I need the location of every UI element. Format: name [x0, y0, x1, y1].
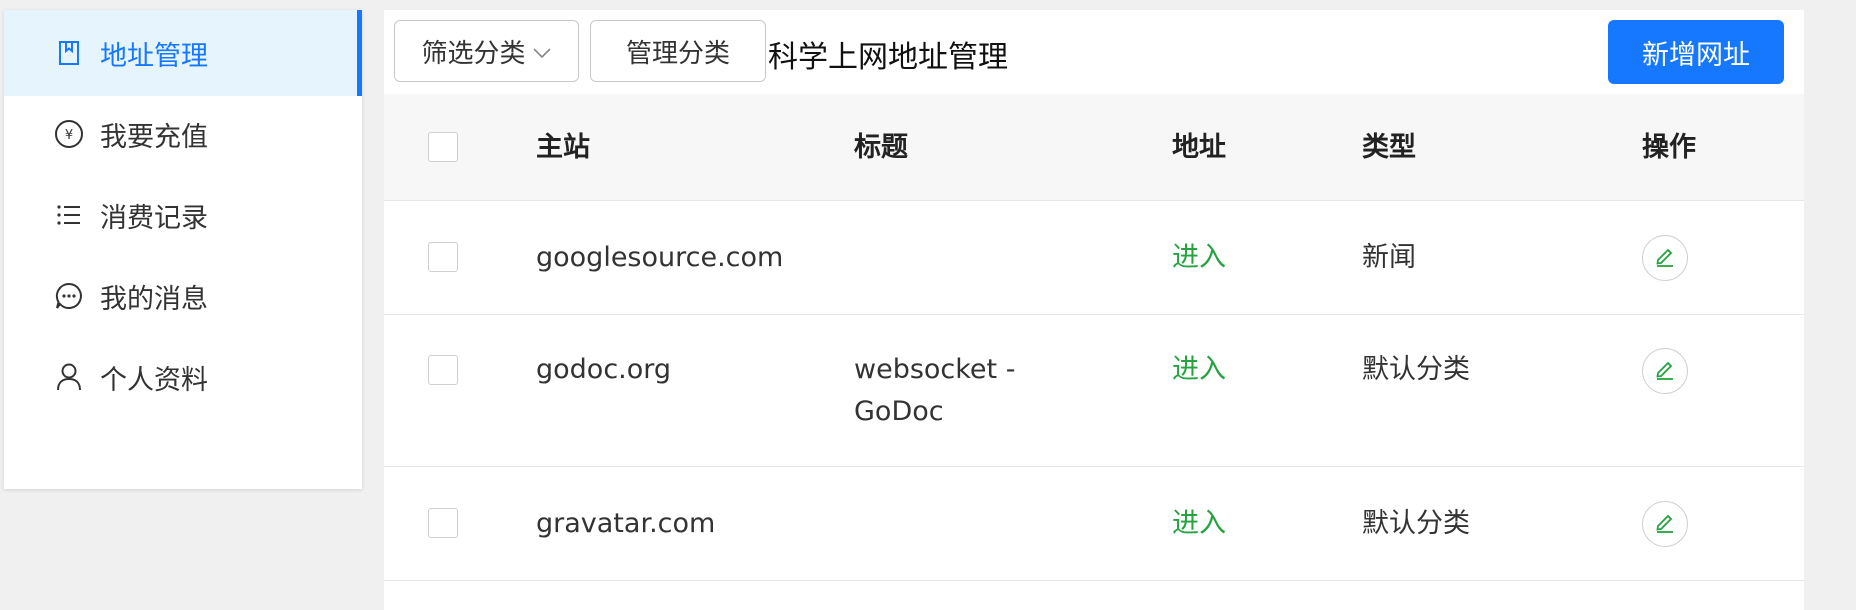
enter-link[interactable]: 进入: [1172, 503, 1226, 545]
main-panel: 筛选分类 管理分类 科学上网地址管理 新增网址 主站 标题 地址 类型 操作 g…: [384, 10, 1804, 610]
sidebar-item-address-management[interactable]: 地址管理: [4, 10, 362, 96]
edit-button[interactable]: [1642, 235, 1688, 281]
sidebar-item-consumption-records[interactable]: 消费记录: [4, 172, 362, 258]
title-line: GoDoc: [854, 396, 944, 427]
yuan-coin-icon: ¥: [53, 118, 85, 150]
sidebar-item-label: 我要充值: [100, 121, 208, 153]
edit-button[interactable]: [1642, 501, 1688, 547]
site-cell: godoc.org: [536, 354, 672, 385]
sidebar-item-label: 地址管理: [100, 40, 208, 72]
type-cell: 默认分类: [1362, 354, 1470, 385]
toolbar: 筛选分类 管理分类 科学上网地址管理 新增网址: [384, 10, 1804, 94]
table-header: 主站 标题 地址 类型 操作: [384, 94, 1804, 201]
sidebar-item-profile[interactable]: 个人资料: [4, 334, 362, 420]
site-cell: googlesource.com: [536, 242, 784, 273]
select-all-checkbox[interactable]: [428, 132, 458, 162]
table-row: googlesource.com 进入 新闻: [384, 201, 1804, 315]
row-checkbox[interactable]: [428, 242, 458, 272]
column-header-type: 类型: [1362, 132, 1416, 163]
filter-category-label: 筛选分类: [421, 38, 526, 69]
page-title: 科学上网地址管理: [768, 40, 1008, 75]
edit-pencil-icon: [1653, 244, 1677, 272]
sidebar-item-recharge[interactable]: ¥ 我要充值: [4, 91, 362, 177]
sidebar-item-label: 消费记录: [100, 202, 208, 234]
edit-pencil-icon: [1653, 510, 1677, 538]
sidebar: 地址管理 ¥ 我要充值 消费记录 我的消息 个人资料: [4, 10, 362, 489]
column-header-action: 操作: [1642, 132, 1696, 163]
site-cell: gravatar.com: [536, 508, 716, 539]
title-cell: websocket - GoDoc: [854, 349, 1015, 433]
enter-link[interactable]: 进入: [1172, 237, 1226, 279]
row-checkbox[interactable]: [428, 355, 458, 385]
type-cell: 新闻: [1362, 242, 1416, 273]
row-checkbox[interactable]: [428, 508, 458, 538]
title-line: websocket -: [854, 354, 1016, 385]
column-header-site: 主站: [536, 132, 590, 163]
edit-pencil-icon: [1653, 357, 1677, 385]
chat-bubble-icon: [53, 280, 85, 312]
column-header-title: 标题: [854, 132, 908, 163]
add-url-button[interactable]: 新增网址: [1608, 20, 1784, 84]
filter-category-dropdown[interactable]: 筛选分类: [394, 20, 579, 82]
sidebar-item-my-messages[interactable]: 我的消息: [4, 253, 362, 339]
chevron-down-icon: [532, 36, 552, 66]
sidebar-item-label: 个人资料: [100, 364, 208, 396]
edit-button[interactable]: [1642, 348, 1688, 394]
svg-text:¥: ¥: [65, 128, 73, 143]
list-icon: [53, 199, 85, 231]
sidebar-item-label: 我的消息: [100, 283, 208, 315]
table-row: godoc.org websocket - GoDoc 进入 默认分类: [384, 315, 1804, 467]
enter-link[interactable]: 进入: [1172, 349, 1226, 391]
table-row: gravatar.com 进入 默认分类: [384, 467, 1804, 581]
manage-category-button[interactable]: 管理分类: [590, 20, 766, 82]
column-header-address: 地址: [1172, 132, 1226, 163]
user-icon: [53, 361, 85, 393]
bookmark-icon: [53, 37, 85, 69]
type-cell: 默认分类: [1362, 508, 1470, 539]
